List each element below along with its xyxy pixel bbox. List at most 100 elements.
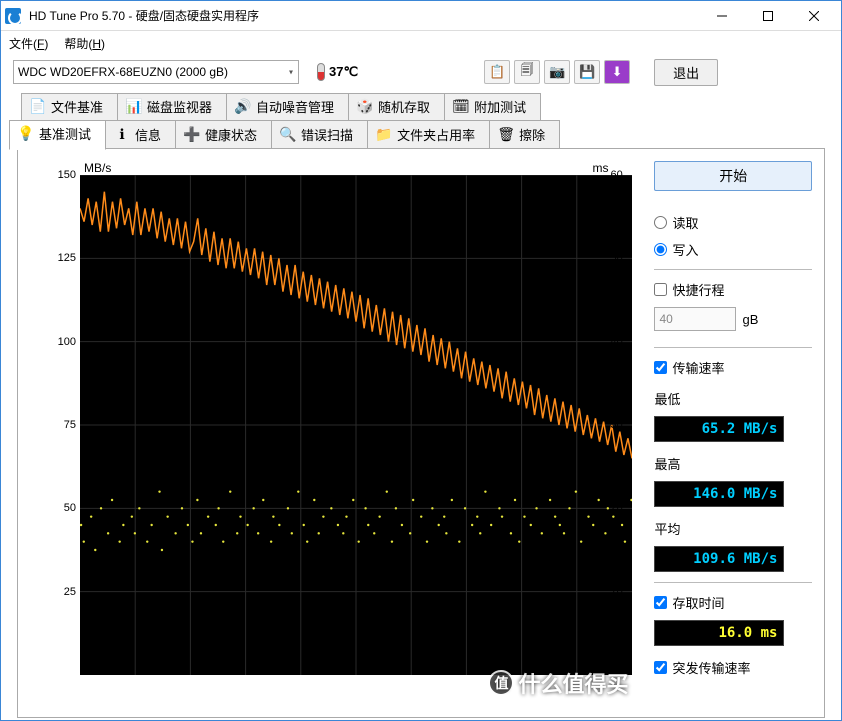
burst-check[interactable]: 突发传输速率 (654, 658, 812, 677)
tab-label: 擦除 (519, 125, 545, 144)
short-stroke-value[interactable] (654, 307, 736, 331)
tab-信息[interactable]: ℹ 信息 (105, 120, 176, 148)
y-axis-right-label: ms (592, 161, 608, 175)
maximize-button[interactable] (745, 1, 791, 31)
tab-icon: 💡 (18, 126, 34, 142)
screenshot-icon[interactable]: 📷 (544, 60, 570, 84)
avg-value: 109.6 MB/s (654, 546, 784, 572)
avg-label: 平均 (654, 519, 812, 538)
tab-label: 文件夹占用率 (397, 125, 475, 144)
tab-icon: 🔊 (235, 99, 251, 115)
copy-info-icon[interactable]: 📋 (484, 60, 510, 84)
tab-icon: ➕ (184, 126, 200, 142)
y-tick-right: 40 (610, 336, 640, 348)
write-label: 写入 (672, 240, 698, 259)
y-tick-right: 50 (610, 252, 640, 264)
menu-file[interactable]: 文件(F) (9, 35, 48, 52)
tab-基准测试[interactable]: 💡 基准测试 (9, 120, 106, 150)
menubar: 文件(F) 帮助(H) (1, 31, 841, 55)
tabs: 📄 文件基准 📊 磁盘监视器 🔊 自动噪音管理 🎲 随机存取 🗓 附加测试 💡 基准测试 ℹ 信息 ➕ 健康… (9, 93, 833, 718)
titlebar: HD Tune Pro 5.70 - 硬盘/固态硬盘实用程序 (1, 1, 841, 31)
chart-canvas (80, 175, 632, 675)
y-tick-right: 10 (610, 586, 640, 598)
drive-label: WDC WD20EFRX-68EUZN0 (2000 gB) (18, 65, 228, 79)
y-tick-right: 60 (610, 169, 640, 181)
exit-button[interactable]: 退出 (654, 59, 718, 86)
y-tick-left: 100 (36, 336, 76, 348)
window-title: HD Tune Pro 5.70 - 硬盘/固态硬盘实用程序 (29, 7, 699, 24)
copy-screenshot-icon[interactable]: 🗐 (514, 60, 540, 84)
y-axis-left-label: MB/s (84, 161, 111, 175)
sidebar: 开始 读取 写入 快捷行程 gB 传输速率 最低 65.2 MB/s 最高 14… (654, 161, 812, 705)
short-stroke-label: 快捷行程 (672, 280, 724, 299)
menu-help[interactable]: 帮助(H) (64, 35, 105, 52)
y-tick-right: 20 (610, 502, 640, 514)
tab-label: 随机存取 (378, 97, 430, 116)
y-tick-left: 25 (36, 586, 76, 598)
tab-label: 信息 (135, 125, 161, 144)
close-button[interactable] (791, 1, 837, 31)
read-radio[interactable]: 读取 (654, 213, 812, 232)
tab-自动噪音管理[interactable]: 🔊 自动噪音管理 (226, 93, 349, 120)
y-tick-left: 75 (36, 419, 76, 431)
thermometer-icon (317, 63, 325, 81)
tab-icon: 📄 (30, 99, 46, 115)
tab-label: 基准测试 (39, 124, 91, 143)
temperature: 37℃ (317, 63, 358, 81)
read-label: 读取 (672, 213, 698, 232)
min-value: 65.2 MB/s (654, 416, 784, 442)
y-tick-right: 30 (610, 419, 640, 431)
tab-icon: 🗓 (453, 99, 469, 115)
benchmark-chart: MB/s ms 25 50 75 100 125 150 10 20 30 40 50 60 值 什… (30, 161, 640, 705)
tab-label: 附加测试 (474, 97, 526, 116)
tab-文件基准[interactable]: 📄 文件基准 (21, 93, 118, 120)
tab-icon: 📊 (126, 99, 142, 115)
start-button[interactable]: 开始 (654, 161, 812, 191)
tab-content: MB/s ms 25 50 75 100 125 150 10 20 30 40 50 60 值 什… (17, 148, 825, 718)
tab-label: 健康状态 (205, 125, 257, 144)
max-value: 146.0 MB/s (654, 481, 784, 507)
tab-icon: ℹ (114, 126, 130, 142)
tab-文件夹占用率[interactable]: 📁 文件夹占用率 (367, 120, 490, 148)
tab-随机存取[interactable]: 🎲 随机存取 (348, 93, 445, 120)
toolbar-icons: 📋 🗐 📷 💾 ⬇ (484, 60, 630, 84)
short-stroke-check[interactable]: 快捷行程 (654, 280, 812, 299)
tab-健康状态[interactable]: ➕ 健康状态 (175, 120, 272, 148)
minimize-button[interactable] (699, 1, 745, 31)
tab-错误扫描[interactable]: 🔍 错误扫描 (271, 120, 368, 148)
tab-icon: 🔍 (280, 126, 296, 142)
tab-磁盘监视器[interactable]: 📊 磁盘监视器 (117, 93, 227, 120)
tab-附加测试[interactable]: 🗓 附加测试 (444, 93, 541, 120)
access-time-check[interactable]: 存取时间 (654, 593, 812, 612)
drive-select[interactable]: WDC WD20EFRX-68EUZN0 (2000 gB) (13, 60, 299, 84)
tab-icon: 🎲 (357, 99, 373, 115)
tab-label: 文件基准 (51, 97, 103, 116)
tab-label: 自动噪音管理 (256, 97, 334, 116)
short-stroke-unit: gB (742, 312, 758, 327)
max-label: 最高 (654, 454, 812, 473)
tab-icon: 📁 (376, 126, 392, 142)
min-label: 最低 (654, 389, 812, 408)
y-tick-left: 150 (36, 169, 76, 181)
y-tick-left: 50 (36, 502, 76, 514)
transfer-rate-label: 传输速率 (672, 358, 724, 377)
save-icon[interactable]: 💾 (574, 60, 600, 84)
app-icon (5, 8, 21, 24)
tab-擦除[interactable]: 🗑 擦除 (489, 120, 560, 148)
tab-label: 错误扫描 (301, 125, 353, 144)
y-tick-left: 125 (36, 252, 76, 264)
window-controls (699, 1, 837, 31)
transfer-rate-check[interactable]: 传输速率 (654, 358, 812, 377)
temp-value: 37℃ (329, 64, 358, 80)
write-radio[interactable]: 写入 (654, 240, 812, 259)
tab-icon: 🗑 (498, 126, 514, 142)
watermark-icon: 值 (488, 670, 514, 696)
tab-label: 磁盘监视器 (147, 97, 212, 116)
watermark: 值 什么值得买 (488, 667, 628, 699)
toolbar: WDC WD20EFRX-68EUZN0 (2000 gB) 37℃ 📋 🗐 📷… (1, 55, 841, 89)
access-time-label: 存取时间 (672, 593, 724, 612)
burst-label: 突发传输速率 (672, 658, 750, 677)
access-time-value: 16.0 ms (654, 620, 784, 646)
watermark-text: 什么值得买 (518, 667, 628, 699)
options-icon[interactable]: ⬇ (604, 60, 630, 84)
